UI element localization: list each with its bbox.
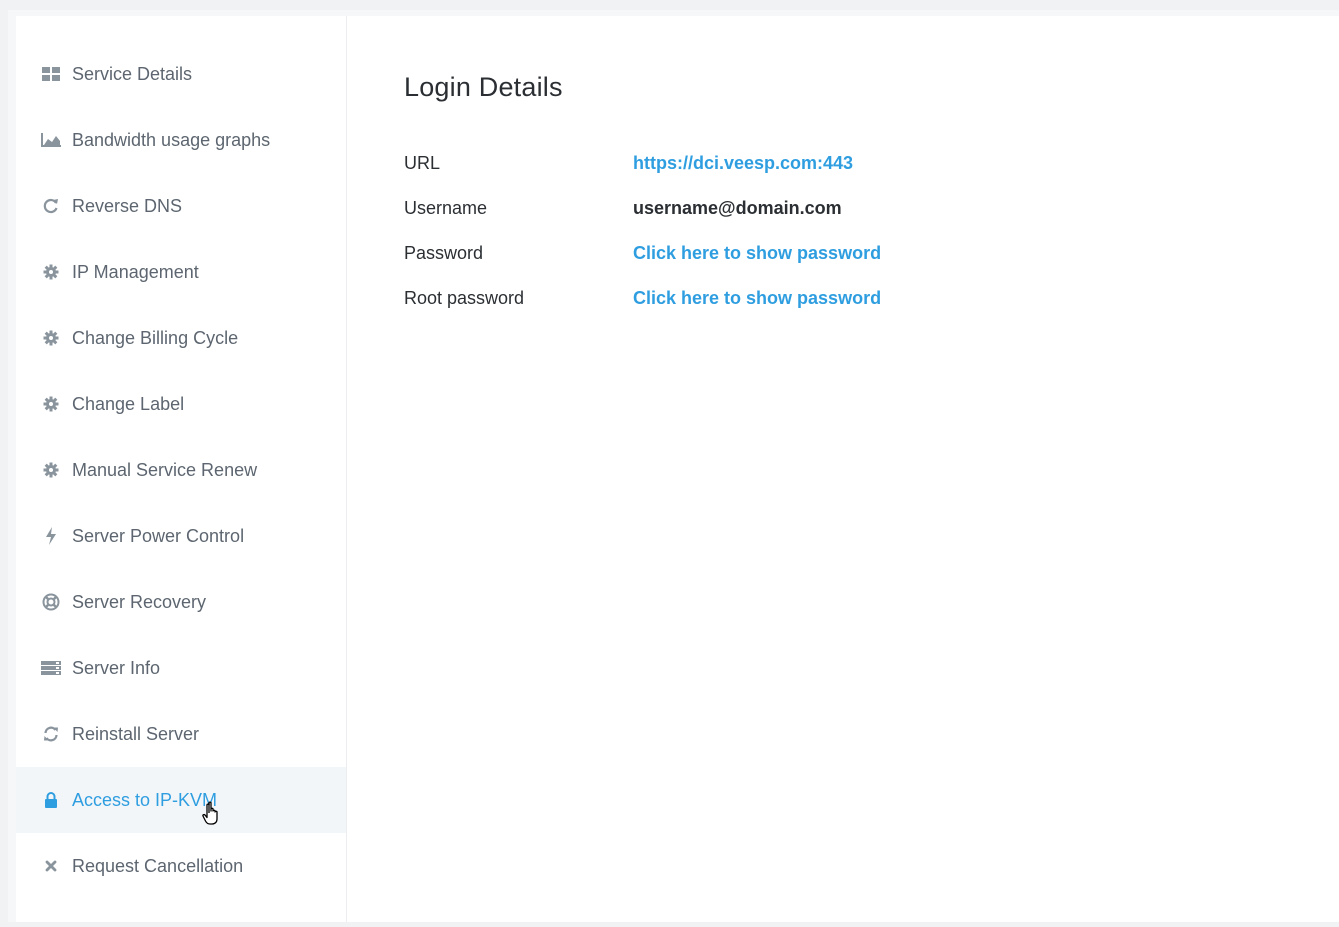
- refresh-icon: [40, 197, 62, 215]
- sidebar-menu: Service Details Bandwidth usage graphs R…: [16, 16, 347, 922]
- service-panel: Service Details Bandwidth usage graphs R…: [16, 16, 1339, 922]
- sidebar-item-label: Server Power Control: [72, 525, 245, 546]
- hand-pointer-icon: [202, 801, 224, 825]
- lifebuoy-icon: [40, 593, 62, 611]
- gear-icon: [40, 461, 62, 479]
- sidebar-item-bandwidth-usage-graphs[interactable]: Bandwidth usage graphs: [16, 107, 346, 173]
- field-label: Root password: [404, 288, 525, 308]
- sidebar-item-change-label[interactable]: Change Label: [16, 371, 346, 437]
- login-field-root-password: Root password Click here to show passwor…: [404, 266, 1339, 331]
- sidebar-item-change-billing-cycle[interactable]: Change Billing Cycle: [16, 305, 346, 371]
- show-root-password-link[interactable]: Click here to show password: [633, 288, 881, 309]
- sidebar-item-reverse-dns[interactable]: Reverse DNS: [16, 173, 346, 239]
- sidebar-item-label: Bandwidth usage graphs: [72, 129, 271, 150]
- gear-icon: [40, 395, 62, 413]
- area-chart-icon: [40, 131, 62, 149]
- sidebar-item-reinstall-server[interactable]: Reinstall Server: [16, 701, 346, 767]
- field-label: Password: [404, 243, 484, 263]
- lock-icon: [40, 791, 62, 809]
- sidebar-item-label: IP Management: [72, 261, 199, 282]
- grid-icon: [40, 65, 62, 83]
- sidebar-item-manual-service-renew[interactable]: Manual Service Renew: [16, 437, 346, 503]
- sidebar-item-server-recovery[interactable]: Server Recovery: [16, 569, 346, 635]
- sidebar-item-label: Request Cancellation: [72, 855, 244, 876]
- sidebar-item-label: Access to IP-KVM: [72, 789, 218, 810]
- sidebar-item-request-cancellation[interactable]: Request Cancellation: [16, 833, 346, 899]
- field-label: URL: [404, 153, 441, 173]
- gear-icon: [40, 263, 62, 281]
- username-value: username@domain.com: [633, 198, 842, 218]
- close-icon: [40, 857, 62, 875]
- sidebar-item-label: Service Details: [72, 63, 193, 84]
- login-details-section: Login Details URL https://dci.veesp.com:…: [347, 16, 1339, 922]
- sidebar-item-label: Change Billing Cycle: [72, 327, 239, 348]
- sync-icon: [40, 725, 62, 743]
- sidebar-item-label: Change Label: [72, 393, 185, 414]
- show-password-link[interactable]: Click here to show password: [633, 243, 881, 264]
- field-label: Username: [404, 198, 488, 218]
- gear-icon: [40, 329, 62, 347]
- sidebar-item-label: Server Info: [72, 657, 161, 678]
- sidebar-item-ip-management[interactable]: IP Management: [16, 239, 346, 305]
- sidebar-item-label: Reinstall Server: [72, 723, 200, 744]
- bolt-icon: [40, 527, 62, 545]
- sidebar-item-service-details[interactable]: Service Details: [16, 41, 346, 107]
- url-link[interactable]: https://dci.veesp.com:443: [633, 153, 853, 174]
- sidebar-item-access-to-ip-kvm[interactable]: Access to IP-KVM: [16, 767, 346, 833]
- server-icon: [40, 659, 62, 677]
- sidebar-item-server-info[interactable]: Server Info: [16, 635, 346, 701]
- sidebar-item-label: Manual Service Renew: [72, 459, 258, 480]
- page-title: Login Details: [404, 72, 563, 102]
- sidebar-item-server-power-control[interactable]: Server Power Control: [16, 503, 346, 569]
- sidebar-item-label: Server Recovery: [72, 591, 207, 612]
- sidebar-item-label: Reverse DNS: [72, 195, 183, 216]
